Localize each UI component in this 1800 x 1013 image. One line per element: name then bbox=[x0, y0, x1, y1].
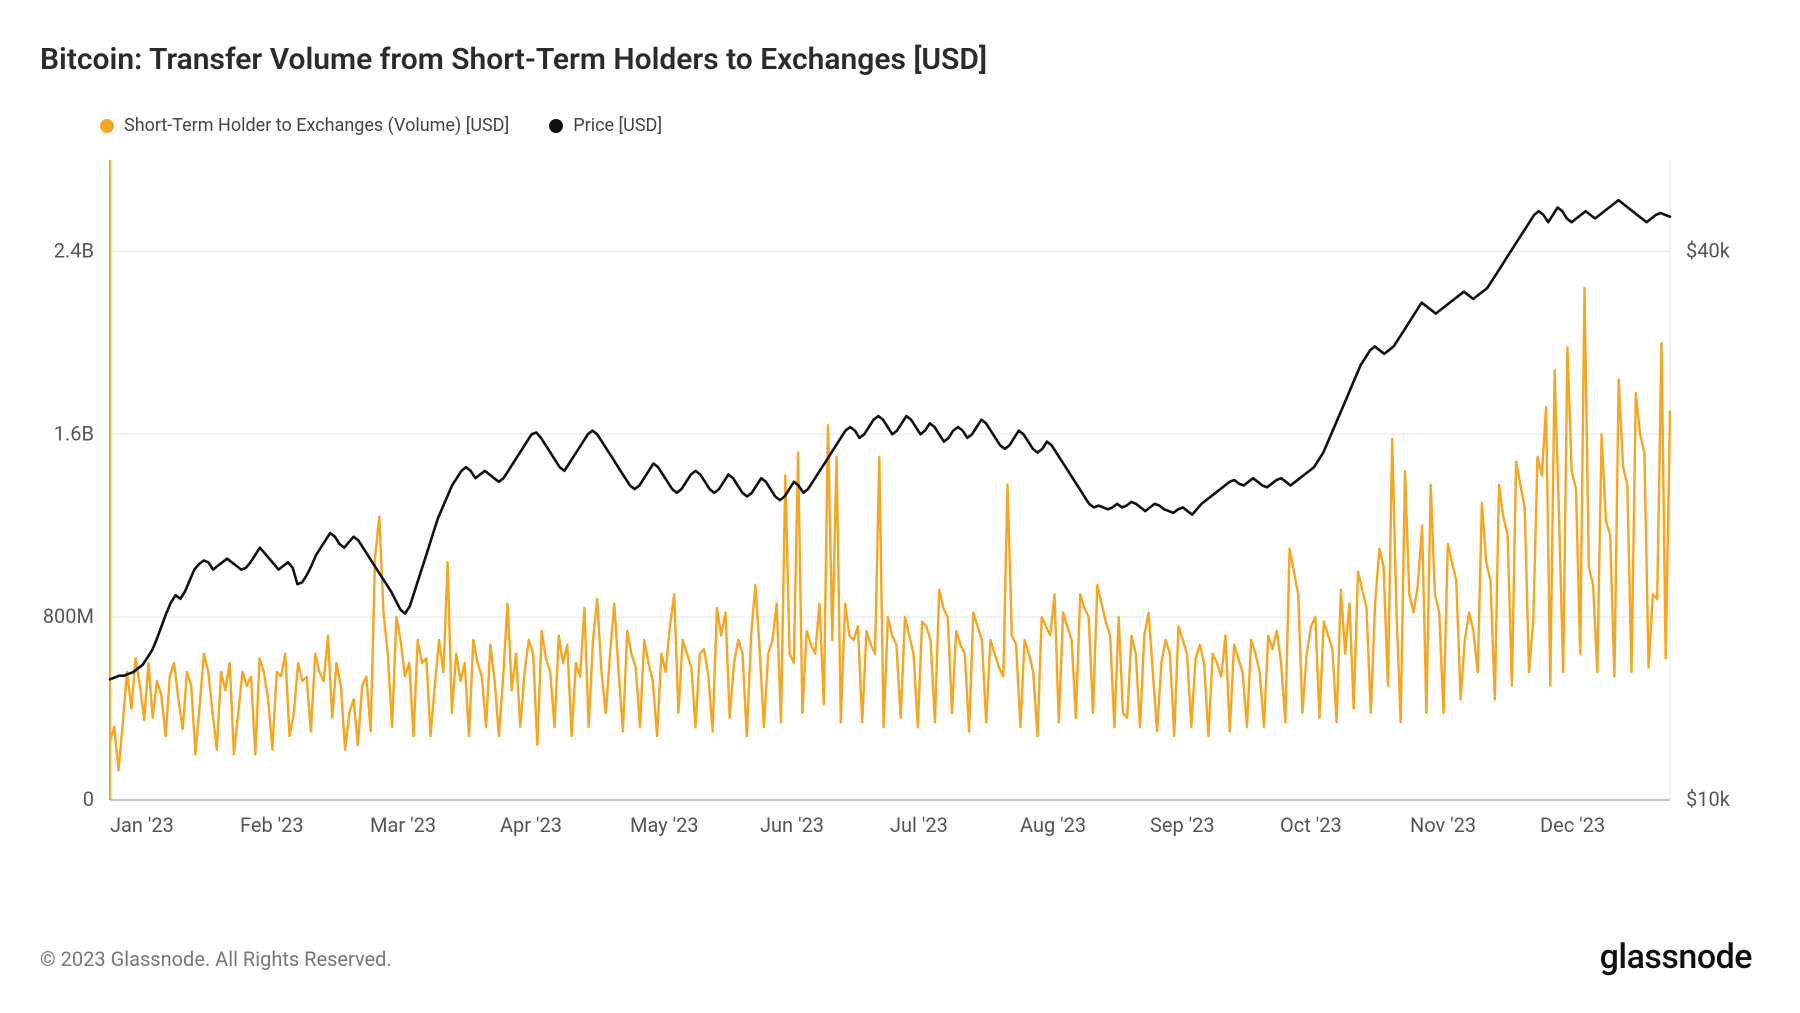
svg-text:Oct '23: Oct '23 bbox=[1280, 813, 1342, 837]
footer-copyright: © 2023 Glassnode. All Rights Reserved. bbox=[40, 947, 392, 971]
svg-text:Jan '23: Jan '23 bbox=[110, 813, 174, 837]
svg-text:0: 0 bbox=[83, 787, 94, 811]
chart-title: Bitcoin: Transfer Volume from Short-Term… bbox=[40, 42, 987, 77]
chart-svg: 0800M1.6B2.4B$10k$40kJan '23Feb '23Mar '… bbox=[110, 140, 1670, 860]
legend-item-volume: Short-Term Holder to Exchanges (Volume) … bbox=[100, 115, 509, 136]
svg-text:$10k: $10k bbox=[1686, 787, 1731, 811]
svg-text:Sep '23: Sep '23 bbox=[1150, 813, 1215, 837]
legend: Short-Term Holder to Exchanges (Volume) … bbox=[100, 115, 662, 136]
svg-text:May '23: May '23 bbox=[630, 813, 699, 837]
svg-text:1.6B: 1.6B bbox=[54, 421, 94, 445]
svg-text:Dec '23: Dec '23 bbox=[1540, 813, 1605, 837]
svg-text:Nov '23: Nov '23 bbox=[1410, 813, 1476, 837]
svg-text:Jun '23: Jun '23 bbox=[760, 813, 824, 837]
legend-label-price: Price [USD] bbox=[573, 115, 662, 136]
chart-container: Bitcoin: Transfer Volume from Short-Term… bbox=[0, 0, 1800, 1013]
svg-text:Aug '23: Aug '23 bbox=[1020, 813, 1086, 837]
svg-text:Mar '23: Mar '23 bbox=[370, 813, 436, 837]
svg-text:800M: 800M bbox=[43, 604, 94, 628]
legend-dot-volume bbox=[100, 119, 114, 133]
svg-text:$40k: $40k bbox=[1686, 238, 1731, 262]
legend-label-volume: Short-Term Holder to Exchanges (Volume) … bbox=[124, 115, 509, 136]
svg-text:Apr '23: Apr '23 bbox=[500, 813, 562, 837]
svg-text:Jul '23: Jul '23 bbox=[890, 813, 948, 837]
footer-brand: glassnode bbox=[1600, 937, 1752, 977]
plot-area: 0800M1.6B2.4B$10k$40kJan '23Feb '23Mar '… bbox=[110, 140, 1670, 860]
svg-text:2.4B: 2.4B bbox=[54, 238, 94, 262]
legend-item-price: Price [USD] bbox=[549, 115, 662, 136]
svg-text:Feb '23: Feb '23 bbox=[240, 813, 304, 837]
legend-dot-price bbox=[549, 119, 563, 133]
